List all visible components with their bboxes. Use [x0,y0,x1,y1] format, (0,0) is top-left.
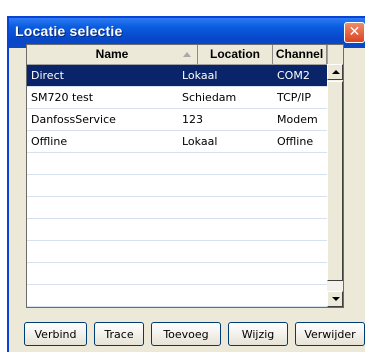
cell-channel: TCP/IP [277,91,311,104]
arrow-up-icon [332,70,340,74]
cell-name: DanfossService [31,113,116,126]
edit-button[interactable]: Wijzig [228,322,288,346]
connect-button[interactable]: Verbind [24,322,87,346]
cell-location: 123 [182,113,203,126]
empty-row [27,153,327,175]
table-row[interactable]: Offline Lokaal Offline [27,131,327,153]
close-button[interactable]: ✕ [344,22,365,43]
cell-channel: Offline [277,135,314,148]
cell-location: Lokaal [182,69,218,82]
table-row[interactable]: DanfossService 123 Modem [27,109,327,131]
cell-channel: COM2 [277,69,310,82]
locations-table: Name Location Channel Direct Lokaal COM2… [26,44,344,308]
empty-row [27,219,327,241]
empty-row [27,241,327,263]
empty-row [27,175,327,197]
scroll-down-button[interactable] [327,291,343,307]
scrollbar-header-corner [327,45,343,64]
window-title: Locatie selectie [15,23,123,39]
table-row[interactable]: Direct Lokaal COM2 [27,65,327,87]
delete-button[interactable]: Verwijder [295,322,365,346]
table-header: Name Location Channel [27,45,327,65]
add-button[interactable]: Toevoeg [151,322,221,346]
table-row[interactable]: SM720 test Schiedam TCP/IP [27,87,327,109]
cell-name: Direct [31,69,64,82]
close-icon: ✕ [348,24,361,40]
trace-button[interactable]: Trace [94,322,144,346]
vertical-scrollbar[interactable] [327,45,343,307]
scrollbar-thumb[interactable] [327,81,343,281]
arrow-down-icon [332,297,340,301]
scroll-up-button[interactable] [327,64,343,80]
column-header-location[interactable]: Location [198,45,273,64]
cell-channel: Modem [277,113,318,126]
empty-row [27,285,327,307]
column-header-channel[interactable]: Channel [273,45,327,64]
sort-ascending-icon [183,52,191,57]
cell-location: Lokaal [182,135,218,148]
column-header-name[interactable]: Name [27,45,198,64]
cell-name: Offline [31,135,68,148]
empty-row [27,197,327,219]
cell-location: Schiedam [182,91,237,104]
cell-name: SM720 test [31,91,94,104]
empty-row [27,263,327,285]
